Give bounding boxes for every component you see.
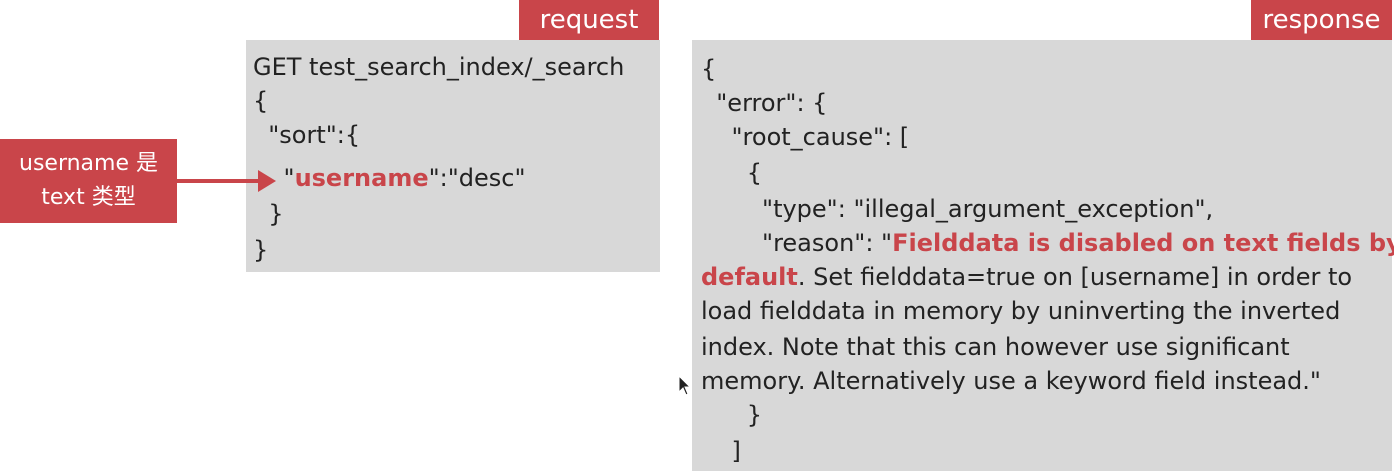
request-line: } [253, 236, 269, 264]
mouse-cursor-icon [678, 375, 692, 396]
annotation-box: username 是 text 类型 [0, 139, 177, 223]
response-tag: response [1251, 0, 1392, 40]
response-line: "root_cause": [ [701, 123, 910, 151]
request-line: } [253, 200, 284, 228]
response-line: load fielddata in memory by uninverting … [701, 297, 1341, 325]
request-line: "sort":{ [253, 121, 361, 149]
response-line: { [701, 55, 717, 83]
response-line: } [701, 401, 763, 429]
response-line: ] [701, 437, 741, 465]
request-line: { [253, 87, 269, 115]
response-line: default. Set fielddata=true on [username… [701, 260, 1352, 294]
error-highlight: Fielddata is disabled on text fields by [892, 229, 1394, 257]
response-panel: { "error": { "root_cause": [ { "type": "… [692, 40, 1394, 471]
response-line: { [701, 159, 763, 187]
annotation-line: text 类型 [41, 185, 136, 210]
request-line: GET test_search_index/_search [253, 53, 625, 81]
response-line: index. Note that this can however use si… [701, 333, 1290, 361]
username-field: username [294, 164, 429, 192]
response-line: memory. Alternatively use a keyword fiel… [701, 367, 1321, 395]
error-highlight: default [701, 263, 798, 291]
request-panel: GET test_search_index/_search { "sort":{… [246, 40, 660, 272]
request-tag: request [519, 0, 659, 40]
arrow-head-icon [258, 170, 276, 192]
response-line: "type": "illegal_argument_exception", [701, 195, 1214, 223]
response-text: . Set fielddata=true on [username] in or… [797, 263, 1353, 291]
request-line: "username":"desc" [253, 161, 526, 195]
response-text: "reason": " [701, 229, 893, 257]
response-line: "reason": "Fielddata is disabled on text… [701, 226, 1394, 260]
annotation-line: username 是 [19, 151, 158, 176]
response-line: "error": { [701, 89, 828, 117]
request-text: ":"desc" [428, 164, 526, 192]
arrow-line [177, 179, 259, 183]
